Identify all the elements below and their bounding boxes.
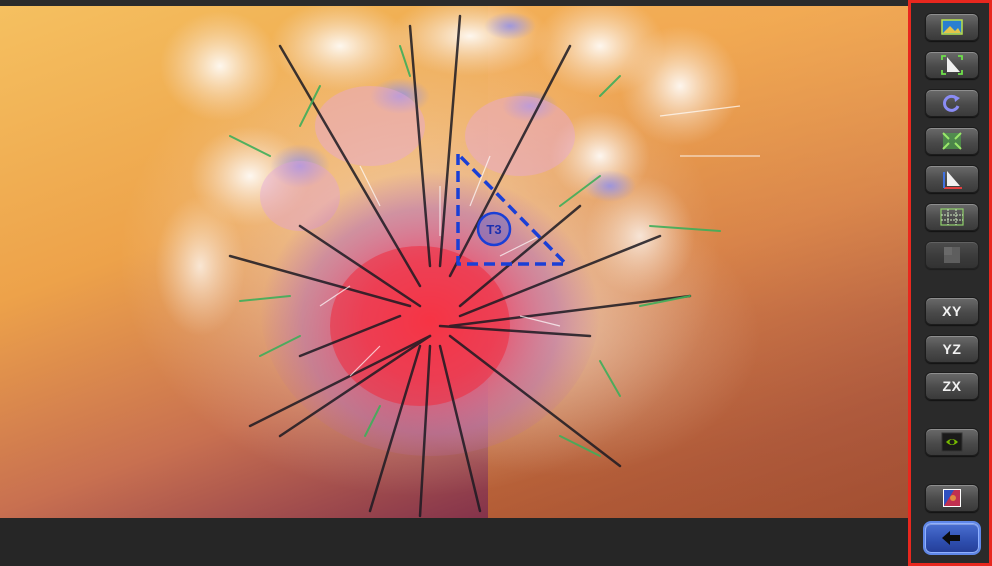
disabled-square-icon [944, 247, 960, 263]
crop-triangle-icon [941, 55, 963, 75]
render-viewport[interactable]: T3 [0, 6, 908, 518]
particle-render: T3 [120, 6, 760, 518]
gpu-icon [941, 432, 963, 452]
right-toolbar: XY YZ ZX [908, 0, 992, 566]
view-xy-label: XY [942, 303, 962, 319]
back-button[interactable] [925, 523, 979, 553]
view-zx-label: ZX [942, 378, 962, 394]
grid-icon [940, 208, 964, 226]
bottom-strip [0, 518, 908, 566]
rotate-icon [943, 94, 960, 112]
triangle-label: T3 [486, 222, 501, 237]
rotate-button[interactable] [925, 89, 979, 117]
image-icon [941, 19, 963, 35]
axis-triangle-icon [943, 171, 962, 189]
disabled-button [925, 241, 979, 269]
color-map-button[interactable] [925, 484, 979, 512]
color-map-icon [943, 489, 961, 507]
axis-triangle-button[interactable] [925, 165, 979, 193]
fit-view-button[interactable] [925, 127, 979, 155]
back-arrow-icon [942, 531, 960, 545]
view-zx-button[interactable]: ZX [925, 372, 979, 400]
view-yz-label: YZ [942, 341, 962, 357]
crop-triangle-button[interactable] [925, 51, 979, 79]
grid-button[interactable] [925, 203, 979, 231]
fit-view-icon [942, 132, 962, 150]
view-yz-button[interactable]: YZ [925, 335, 979, 363]
image-view-button[interactable] [925, 13, 979, 41]
view-xy-button[interactable]: XY [925, 297, 979, 325]
gpu-button[interactable] [925, 428, 979, 456]
